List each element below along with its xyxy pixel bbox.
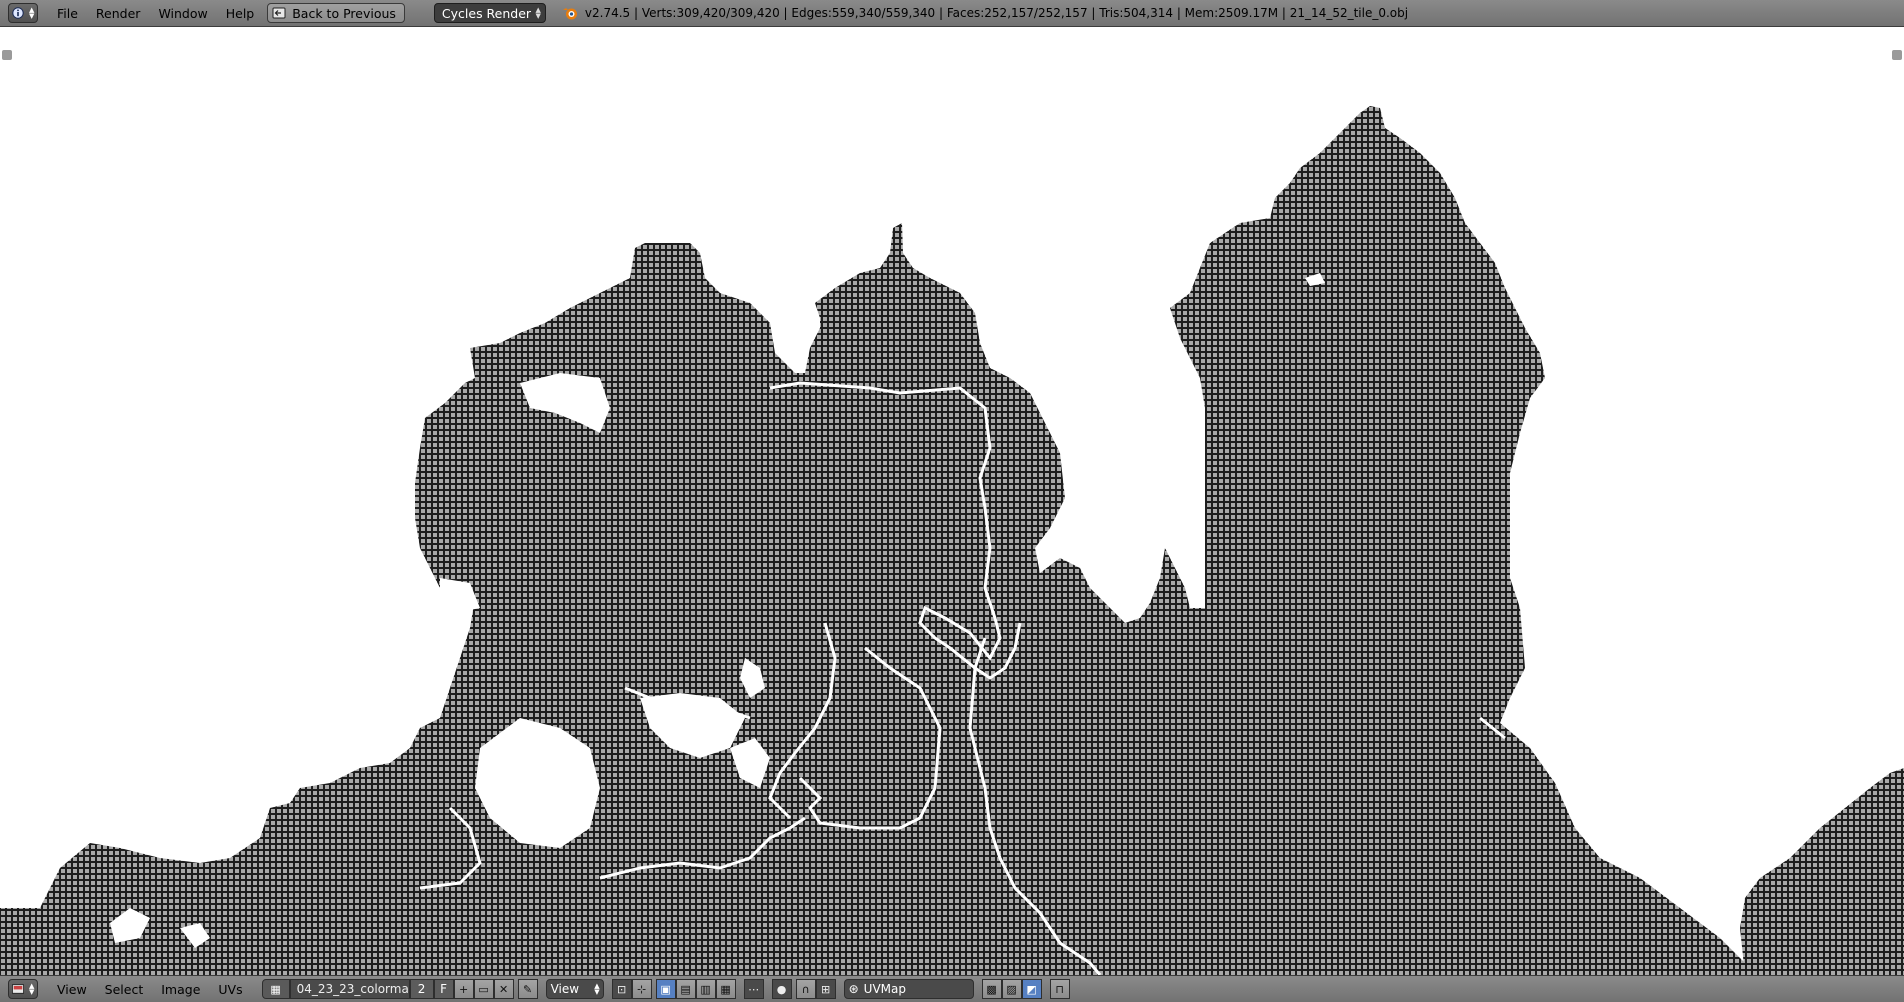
menu-render[interactable]: Render xyxy=(87,6,150,21)
editor-type-selector[interactable]: ▲ ▼ xyxy=(8,3,38,23)
uv-vertex-select-toggle[interactable]: ▣ xyxy=(655,979,676,999)
sticky-selection-toggle[interactable]: ⊹ xyxy=(631,979,652,999)
channel-rgb-button[interactable]: ▩ xyxy=(981,979,1002,999)
dots-icon: ⋯ xyxy=(748,982,760,996)
image-editor-icon xyxy=(11,984,24,994)
pivot-icon: ⊡ xyxy=(617,982,627,996)
render-engine-value: Cycles Render xyxy=(441,5,532,21)
menu-image[interactable]: Image xyxy=(152,982,209,997)
menu-help[interactable]: Help xyxy=(217,6,264,21)
chevron-updown-icon: ▲ ▼ xyxy=(28,6,35,20)
snap-toggle[interactable]: ∩ xyxy=(795,979,816,999)
uv-mesh-island-main xyxy=(0,106,1745,975)
face-select-icon: ▥ xyxy=(700,982,711,996)
pin-icon: ✎ xyxy=(523,982,533,996)
magnet-icon: ∩ xyxy=(801,982,810,996)
chevron-updown-icon: ▲ ▼ xyxy=(594,982,600,996)
blender-logo-icon xyxy=(562,8,577,20)
info-header: ▲ ▼ File Render Window Help Back to Previ… xyxy=(0,0,1904,27)
info-icon xyxy=(11,7,24,19)
chevron-updown-icon: ▲ ▼ xyxy=(28,982,35,996)
alpha-checker-icon: ▨ xyxy=(1006,982,1017,996)
edge-select-icon: ▤ xyxy=(680,982,691,996)
snap-target-icon: ⊞ xyxy=(821,982,831,996)
fake-user-toggle[interactable]: F xyxy=(433,979,454,999)
uv-editor-viewport[interactable] xyxy=(0,28,1904,975)
close-icon: ✕ xyxy=(499,982,509,996)
plus-icon: + xyxy=(459,982,469,996)
uv-map-select[interactable]: ⊛ UVMap xyxy=(843,979,974,999)
checker-icon: ▩ xyxy=(986,982,997,996)
lock-view-toggle[interactable]: ⊓ xyxy=(1049,979,1070,999)
chevron-updown-icon: ▲ ▼ xyxy=(535,6,541,20)
image-name-field[interactable]: 04_23_23_colorma... xyxy=(289,979,410,999)
uv-map-icon: ⊛ xyxy=(848,982,859,996)
image-users-count[interactable]: 2 xyxy=(409,979,434,999)
image-browse-button[interactable]: ▦ xyxy=(261,979,290,999)
back-to-previous-button[interactable]: Back to Previous xyxy=(267,3,405,23)
proportional-edit-select[interactable]: ● xyxy=(771,979,792,999)
pin-image-button[interactable]: ✎ xyxy=(517,979,538,999)
render-engine-select[interactable]: Cycles Render ▲ ▼ xyxy=(433,3,546,23)
island-select-icon: ▦ xyxy=(720,982,731,996)
unlink-image-button[interactable]: ✕ xyxy=(493,979,514,999)
menu-select[interactable]: Select xyxy=(96,982,153,997)
uv-map-value: UVMap xyxy=(863,982,906,996)
open-image-button[interactable]: ▭ xyxy=(473,979,494,999)
image-editor-header: ▲ ▼ View Select Image UVs ▦ 04_23_23_colo… xyxy=(0,975,1904,1002)
new-image-button[interactable]: + xyxy=(453,979,474,999)
uv-mesh-canvas[interactable] xyxy=(0,28,1904,975)
uv-mesh-island-right xyxy=(1740,768,1904,975)
channel-display-button[interactable]: ◩ xyxy=(1021,979,1042,999)
menu-window[interactable]: Window xyxy=(149,6,216,21)
uv-edge-select-toggle[interactable]: ▤ xyxy=(675,979,696,999)
view-mode-select[interactable]: View ▲ ▼ xyxy=(545,979,604,999)
color-display-icon: ◩ xyxy=(1026,982,1037,996)
uv-island-select-toggle[interactable]: ▦ xyxy=(715,979,736,999)
back-to-previous-label: Back to Previous xyxy=(292,5,396,21)
area-split-handle-right[interactable] xyxy=(1892,50,1902,60)
menu-view[interactable]: View xyxy=(48,982,96,997)
snap-element-select[interactable]: ⊞ xyxy=(815,979,836,999)
sticky-mode-select[interactable]: ⋯ xyxy=(743,979,764,999)
scene-statistics: v2.74.5 | Verts:309,420/309,420 | Edges:… xyxy=(584,6,1409,20)
pivot-point-select[interactable]: ⊡ xyxy=(611,979,632,999)
proportional-edit-icon: ● xyxy=(776,982,787,996)
view-mode-value: View xyxy=(550,982,580,996)
sticky-select-icon: ⊹ xyxy=(637,982,647,996)
lock-icon: ⊓ xyxy=(1055,982,1064,996)
channel-alpha-button[interactable]: ▨ xyxy=(1001,979,1022,999)
menu-uvs[interactable]: UVs xyxy=(209,982,251,997)
folder-icon: ▭ xyxy=(478,982,489,996)
menu-file[interactable]: File xyxy=(48,6,87,21)
screen-back-icon xyxy=(272,7,286,19)
uv-face-select-toggle[interactable]: ▥ xyxy=(695,979,716,999)
image-datablock-icon: ▦ xyxy=(270,982,281,996)
vertex-select-icon: ▣ xyxy=(660,982,671,996)
area-split-handle-left[interactable] xyxy=(2,50,12,60)
editor-type-selector[interactable]: ▲ ▼ xyxy=(8,979,38,999)
